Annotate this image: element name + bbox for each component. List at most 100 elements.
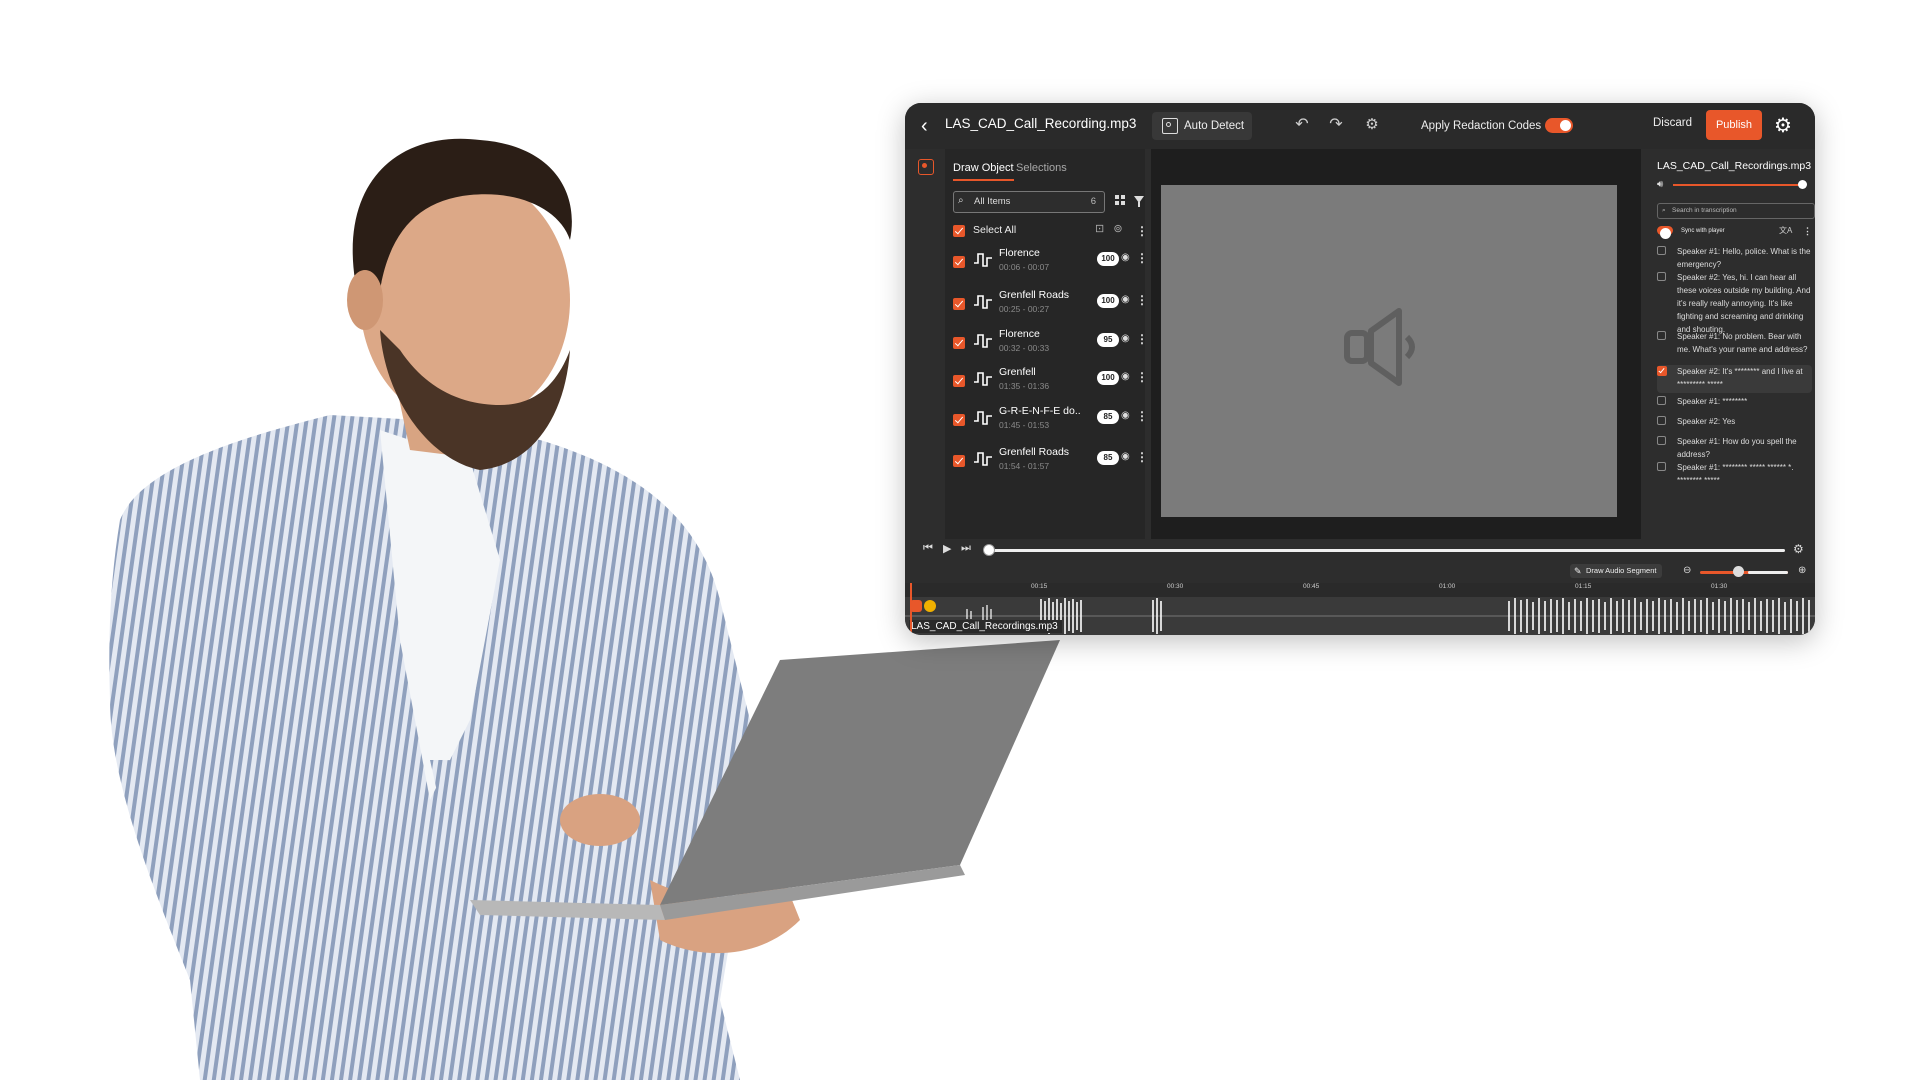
transcript-segment[interactable]: Speaker #2: Yes, hi. I can hear all thes… [1657, 271, 1812, 334]
transcript-segment[interactable]: Speaker #1: ******** [1657, 395, 1812, 409]
transcript-search-input[interactable]: ⌕ Search in transcription [1657, 203, 1815, 219]
item-checkbox[interactable] [953, 256, 965, 268]
gear-icon[interactable]: ⚙ [1361, 114, 1383, 136]
draw-audio-segment-button[interactable]: Draw Audio Segment [1570, 564, 1663, 578]
segment-checkbox[interactable] [1657, 272, 1666, 281]
more-icon[interactable]: ⋮ [1136, 252, 1148, 264]
auto-detect-button[interactable]: Auto Detect [1152, 112, 1252, 140]
volume-slider[interactable] [1673, 184, 1803, 186]
discard-button[interactable]: Discard [1653, 117, 1692, 129]
eye-icon[interactable]: ◉ [1121, 294, 1130, 305]
segment-checkbox-checked[interactable] [1657, 366, 1667, 376]
transcript-panel: LAS_CAD_Call_Recordings.mp3 🔊︎ ⌕ Search … [1645, 149, 1815, 539]
audio-waveform[interactable]: LAS_CAD_Call_Recordings.mp3 [905, 597, 1815, 635]
top-toolbar: ‹ LAS_CAD_Call_Recording.mp3 Auto Detect… [905, 103, 1815, 149]
volume-icon[interactable]: 🔊︎ [1657, 179, 1663, 190]
segment-checkbox[interactable] [1657, 246, 1666, 255]
zoom-slider-rest [1748, 571, 1788, 574]
sync-toggle[interactable] [1657, 226, 1673, 239]
transcript-segment[interactable]: Speaker #1: ******** ***** ****** *. ***… [1657, 461, 1812, 487]
list-item[interactable]: G-R-E-N-F-E do.. 01:45 - 01:53 85 ◉ ⋮ [945, 400, 1148, 440]
timeline-ruler[interactable]: 00:15 00:30 00:45 01:00 01:15 01:30 [905, 583, 1815, 597]
segment-text: Speaker #1: ******** ***** ****** *. ***… [1677, 463, 1794, 485]
redo-icon[interactable]: ↷ [1325, 114, 1347, 136]
waveform-file-name: LAS_CAD_Call_Recordings.mp3 [909, 620, 1062, 633]
playback-knob[interactable] [983, 544, 995, 556]
translate-icon[interactable]: 文A [1779, 225, 1792, 236]
segment-checkbox[interactable] [1657, 416, 1666, 425]
item-checkbox[interactable] [953, 455, 965, 467]
transcript-segment[interactable]: Speaker #1: Hello, police. What is the e… [1657, 245, 1812, 271]
tab-selections[interactable]: Selections [1016, 162, 1067, 174]
volume-knob[interactable] [1798, 180, 1807, 189]
zoom-out-icon[interactable]: ⊖ [1683, 565, 1691, 576]
tick-label: 00:30 [1167, 583, 1184, 590]
more-icon[interactable]: ⋮ [1803, 225, 1812, 237]
confidence-badge: 85 [1097, 410, 1119, 424]
segment-text: Speaker #1: Hello, police. What is the e… [1677, 247, 1811, 269]
list-item[interactable]: Grenfell Roads 01:54 - 01:57 85 ◉ ⋮ [945, 441, 1148, 481]
items-search[interactable]: ⌕ All Items 6 [953, 191, 1105, 213]
skip-back-icon[interactable]: ⏮ [923, 542, 933, 555]
apply-redaction-label: Apply Redaction Codes [1421, 120, 1542, 132]
item-checkbox[interactable] [953, 337, 965, 349]
eye-icon[interactable]: ◉ [1121, 451, 1130, 462]
more-icon[interactable]: ⋮ [1136, 333, 1148, 345]
object-panel: Draw Object Selections ⌕ All Items 6 Sel… [945, 149, 1148, 539]
item-checkbox[interactable] [953, 375, 965, 387]
segment-text: Speaker #2: Yes, hi. I can hear all thes… [1677, 273, 1811, 334]
more-icon[interactable]: ⋮ [1136, 410, 1148, 422]
eye-icon[interactable]: ◉ [1121, 371, 1130, 382]
segment-checkbox[interactable] [1657, 436, 1666, 445]
play-icon[interactable]: ▶ [943, 542, 951, 555]
draw-object-icon[interactable] [918, 159, 934, 175]
more-icon[interactable]: ⋮ [1136, 371, 1148, 383]
segment-checkbox[interactable] [1657, 331, 1666, 340]
skip-forward-icon[interactable]: ⏭ [961, 542, 971, 555]
segment-checkbox[interactable] [1657, 462, 1666, 471]
transcript-segment[interactable]: Speaker #2: Yes [1657, 415, 1812, 429]
tab-draw-object[interactable]: Draw Object [953, 162, 1014, 181]
detect-tools-icon[interactable]: ⊡ ⊚ [1095, 222, 1123, 235]
zoom-in-icon[interactable]: ⊕ [1798, 565, 1806, 576]
filter-icon[interactable] [1134, 196, 1144, 207]
more-icon[interactable]: ⋮ [1136, 451, 1148, 463]
sync-label: Sync with player [1681, 228, 1725, 234]
undo-icon[interactable]: ↶ [1291, 114, 1313, 136]
select-all-checkbox[interactable] [953, 225, 965, 237]
more-icon[interactable]: ⋮ [1136, 225, 1148, 237]
publish-button[interactable]: Publish [1706, 110, 1762, 140]
marker-icon[interactable] [924, 600, 936, 612]
transcript-segment[interactable]: Speaker #1: How do you spell the address… [1657, 435, 1812, 461]
eye-icon[interactable]: ◉ [1121, 410, 1130, 421]
list-item[interactable]: Florence 00:32 - 00:33 95 ◉ ⋮ [945, 323, 1148, 363]
transcript-segment[interactable]: Speaker #1: No problem. Bear with me. Wh… [1657, 330, 1812, 368]
audio-segment-icon [974, 411, 992, 425]
item-name: Florence [999, 247, 1040, 259]
advanced-settings-icon[interactable]: ⚙ [1774, 113, 1792, 138]
apply-redaction-toggle[interactable] [1545, 118, 1573, 133]
item-checkbox[interactable] [953, 414, 965, 426]
segment-text: Speaker #1: ******** [1677, 397, 1748, 406]
player-settings-icon[interactable]: ⚙ [1793, 542, 1804, 556]
list-item[interactable]: Grenfell 01:35 - 01:36 100 ◉ ⋮ [945, 361, 1148, 401]
segment-text: Speaker #2: Yes [1677, 417, 1736, 426]
chevron-left-icon[interactable]: ‹ [921, 114, 943, 138]
confidence-badge: 100 [1097, 252, 1119, 266]
transcript-segment-selected[interactable]: Speaker #2: It's ******** and I live at … [1657, 365, 1812, 393]
list-item[interactable]: Grenfell Roads 00:25 - 00:27 100 ◉ ⋮ [945, 284, 1148, 324]
grid-view-icon[interactable] [1115, 195, 1126, 206]
zoom-knob[interactable] [1733, 566, 1744, 577]
eye-icon[interactable]: ◉ [1121, 333, 1130, 344]
list-item[interactable]: Florence 00:06 - 00:07 100 ◉ ⋮ [945, 242, 1148, 282]
item-checkbox[interactable] [953, 298, 965, 310]
confidence-badge: 100 [1097, 294, 1119, 308]
segment-checkbox[interactable] [1657, 396, 1666, 405]
audio-segment-icon [974, 295, 992, 309]
item-time: 00:06 - 00:07 [999, 262, 1050, 272]
video-canvas[interactable] [1161, 185, 1617, 517]
eye-icon[interactable]: ◉ [1121, 252, 1130, 263]
more-icon[interactable]: ⋮ [1136, 294, 1148, 306]
playback-track[interactable] [989, 549, 1785, 552]
playhead[interactable] [910, 583, 912, 635]
